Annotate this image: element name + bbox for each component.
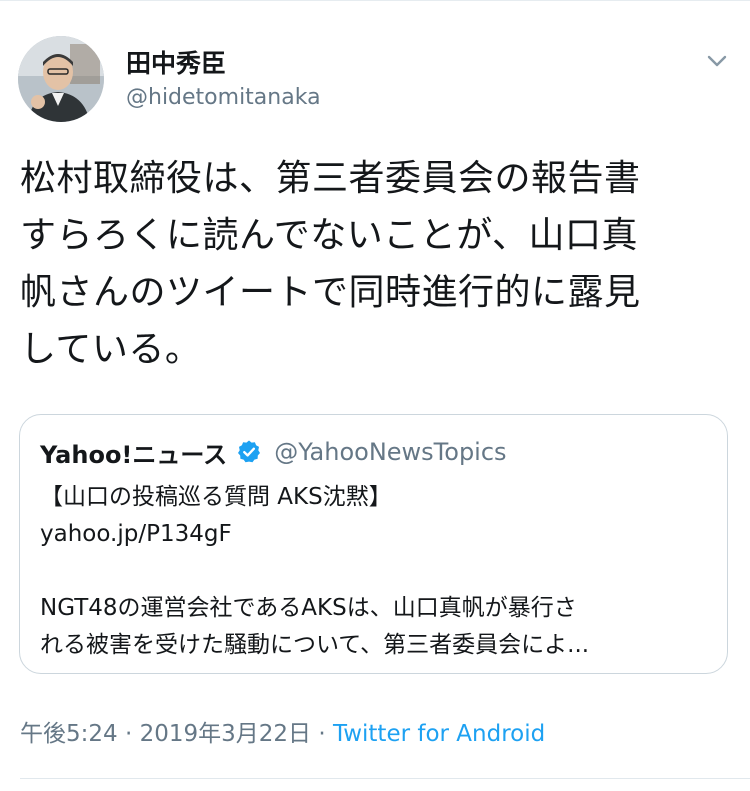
tweet-text: 松村取締役は、第三者委員会の報告書 すらろくに読んでないことが、山口真 帆さんの… [20, 150, 735, 378]
bottom-divider [20, 778, 750, 779]
tweet-line: すらろくに読んでないことが、山口真 [20, 215, 638, 256]
chevron-down-icon [707, 55, 727, 67]
author-handle[interactable]: @hidetomitanaka [126, 85, 321, 110]
quoted-text-line: 【山口の投稿巡る質問 AKS沈黙】 [40, 484, 392, 510]
quoted-link[interactable]: yahoo.jp/P134gF [40, 516, 720, 553]
quoted-tweet-card[interactable]: Yahoo!ニュース @YahooNewsTopics 【山口の投稿巡る質問 A… [19, 414, 728, 674]
tweet-date[interactable]: 2019年3月22日 [140, 721, 311, 747]
verified-badge-icon [236, 439, 262, 465]
quoted-tweet-header: Yahoo!ニュース @YahooNewsTopics [40, 435, 507, 469]
tweet-line: している。 [20, 329, 202, 370]
author-name[interactable]: 田中秀臣 [126, 44, 226, 80]
avatar[interactable] [18, 36, 104, 122]
tweet-time[interactable]: 午後5:24 [20, 721, 118, 747]
top-divider [0, 0, 750, 1]
meta-separator: · [117, 721, 140, 747]
quoted-author-name: Yahoo!ニュース [40, 440, 228, 469]
quoted-text-gap [40, 553, 720, 590]
quoted-text-line: NGT48の運営会社であるAKSは、山口真帆が暴行さ [40, 595, 577, 621]
tweet-line: 松村取締役は、第三者委員会の報告書 [20, 158, 641, 199]
tweet-metadata: 午後5:24 · 2019年3月22日 · Twitter for Androi… [20, 714, 545, 748]
meta-separator: · [311, 721, 333, 747]
tweet-line: 帆さんのツイートで同時進行的に露見 [20, 272, 641, 313]
quoted-author-handle: @YahooNewsTopics [274, 438, 507, 466]
more-options-button[interactable] [700, 44, 734, 78]
quoted-tweet-body: 【山口の投稿巡る質問 AKS沈黙】 yahoo.jp/P134gF NGT48の… [40, 479, 720, 664]
quoted-text-line: れる被害を受けた騒動について、第三者委員会によ... [40, 632, 590, 658]
source-app-link[interactable]: Twitter for Android [333, 721, 545, 747]
